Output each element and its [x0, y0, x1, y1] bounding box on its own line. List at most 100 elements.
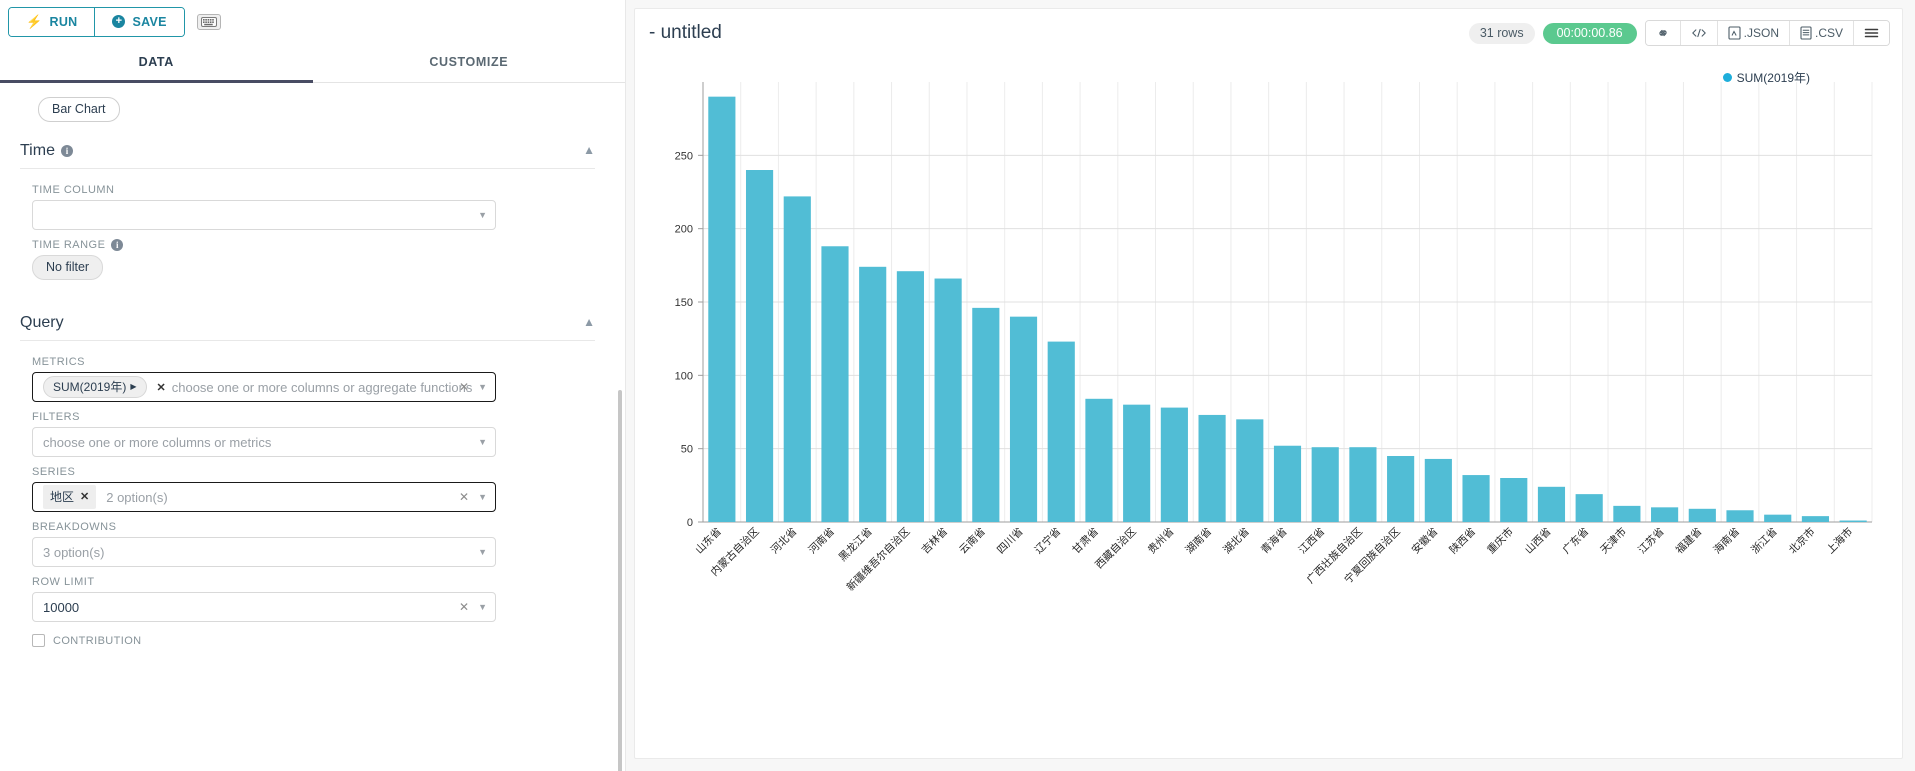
tab-customize[interactable]: CUSTOMIZE [313, 43, 626, 82]
copy-link-button[interactable] [1645, 21, 1680, 45]
metric-tag-label: SUM(2019年) [53, 380, 127, 394]
save-button-label: SAVE [132, 14, 167, 29]
chevron-down-icon[interactable]: ▼ [478, 210, 487, 220]
superset-explore-app: ⚡ RUN + SAVE DATA CUSTOMIZE Bar Chart Ti… [0, 0, 1915, 771]
more-menu-button[interactable] [1853, 21, 1889, 45]
info-icon[interactable]: i [60, 145, 73, 157]
chevron-down-icon[interactable]: ▼ [478, 492, 487, 502]
series-field: SERIES 地区 ✕ 2 option(s) ✕ ▼ [20, 457, 595, 512]
bar[interactable] [1462, 475, 1490, 522]
breakdowns-placeholder: 3 option(s) [43, 544, 105, 560]
run-button[interactable]: ⚡ RUN [9, 7, 95, 36]
bolt-icon: ⚡ [26, 14, 43, 29]
bar[interactable] [1198, 414, 1226, 522]
chevron-up-icon[interactable]: ▲ [583, 143, 595, 157]
row-limit-input[interactable]: 10000 ✕ ▼ [32, 592, 496, 622]
chart-legend[interactable]: SUM(2019年) [1722, 69, 1810, 86]
chart-header-actions: 31 rows 00:00:00.86 .JSON .CSV [1468, 20, 1890, 46]
query-section-header[interactable]: Query ▲ [20, 302, 595, 341]
x-axis-category-label: 安徽省 [1409, 525, 1440, 556]
bar[interactable] [1500, 478, 1528, 522]
bar[interactable] [896, 271, 924, 522]
scrollbar-thumb[interactable] [618, 390, 622, 771]
bar[interactable] [1651, 507, 1679, 522]
clear-row-limit-icon[interactable]: ✕ [459, 600, 469, 614]
info-icon[interactable]: i [111, 239, 124, 251]
remove-metric-icon[interactable]: ✕ [157, 381, 166, 394]
time-range-value-button[interactable]: No filter [32, 255, 104, 280]
bar[interactable] [1273, 445, 1302, 522]
remove-series-icon[interactable]: ✕ [80, 490, 89, 503]
bar[interactable] [1349, 447, 1377, 522]
contribution-checkbox[interactable] [32, 634, 45, 647]
breakdowns-input[interactable]: 3 option(s) ▼ [32, 537, 496, 567]
bar[interactable] [1387, 456, 1415, 522]
filters-input[interactable]: choose one or more columns or metrics ▼ [32, 427, 496, 457]
embed-code-button[interactable] [1679, 21, 1717, 45]
x-axis-category-label: 西藏自治区 [1092, 525, 1138, 571]
bar[interactable] [1613, 505, 1641, 522]
bar[interactable] [1085, 398, 1113, 522]
export-csv-button[interactable]: .CSV [1788, 21, 1853, 45]
bar[interactable] [859, 266, 887, 522]
bar[interactable] [1009, 316, 1038, 522]
x-axis-category-label: 贵州省 [1145, 525, 1176, 556]
export-json-button[interactable]: .JSON [1716, 21, 1789, 45]
action-bar: ⚡ RUN + SAVE [0, 0, 625, 43]
bar[interactable] [1764, 514, 1792, 522]
chevron-up-icon[interactable]: ▲ [583, 315, 595, 329]
bar[interactable] [1311, 447, 1339, 522]
chevron-down-icon[interactable]: ▼ [478, 547, 487, 557]
bar[interactable] [934, 278, 962, 522]
bar[interactable] [1424, 458, 1452, 522]
bar[interactable] [1726, 510, 1754, 522]
save-button[interactable]: + SAVE [94, 7, 184, 36]
bar[interactable] [1160, 407, 1188, 522]
metrics-input[interactable]: SUM(2019年) ▶ ✕ choose one or more column… [32, 372, 496, 402]
metric-tag[interactable]: SUM(2019年) ▶ [43, 376, 147, 398]
series-tag[interactable]: 地区 ✕ [43, 485, 97, 509]
x-axis-category-label: 河北省 [768, 525, 799, 556]
panel-tabs: DATA CUSTOMIZE [0, 43, 625, 83]
query-section-title: Query [20, 314, 64, 331]
chevron-down-icon[interactable]: ▼ [478, 602, 487, 612]
bar[interactable] [972, 307, 1000, 522]
chart-title[interactable]: - untitled [649, 22, 722, 44]
control-panel-scrollbar[interactable] [618, 175, 624, 771]
keyboard-icon [200, 16, 217, 27]
chart-body: SUM(2019年) 0 50 100 150 200 250 山东省 内蒙古自治区 河北省 河南… [635, 57, 1902, 758]
tab-data-label: DATA [138, 55, 174, 69]
bar-chart-svg[interactable]: 050100150200250山东省内蒙古自治区 河北省 河南省 黑龙江省新疆维吾尔自… [635, 57, 1890, 747]
time-column-input[interactable]: ▼ [32, 200, 496, 230]
bar[interactable] [1047, 341, 1075, 522]
viz-type-button[interactable]: Bar Chart [38, 97, 120, 122]
bar[interactable] [708, 96, 736, 522]
series-input[interactable]: 地区 ✕ 2 option(s) ✕ ▼ [32, 482, 496, 512]
clear-metrics-icon[interactable]: ✕ [459, 380, 469, 394]
row-limit-label: ROW LIMIT [32, 576, 95, 588]
bar[interactable] [1123, 404, 1151, 522]
bar[interactable] [1801, 516, 1830, 522]
chevron-down-icon[interactable]: ▼ [478, 437, 487, 447]
tab-data[interactable]: DATA [0, 43, 313, 83]
clear-series-icon[interactable]: ✕ [459, 490, 469, 504]
x-axis-category-label: 湖南省 [1183, 525, 1214, 556]
filters-label: FILTERS [32, 411, 80, 423]
bar[interactable] [1537, 486, 1566, 522]
bar[interactable] [783, 196, 811, 522]
bar[interactable] [745, 170, 774, 522]
chevron-down-icon[interactable]: ▼ [478, 382, 487, 392]
x-axis-category-label: 天津市 [1598, 525, 1629, 556]
breakdowns-label: BREAKDOWNS [32, 521, 117, 533]
bar[interactable] [1575, 494, 1603, 522]
bar[interactable] [1839, 520, 1867, 522]
time-section-header[interactable]: Time i ▲ [20, 130, 595, 169]
x-axis-category-label: 山东省 [693, 525, 724, 556]
tab-customize-label: CUSTOMIZE [429, 55, 509, 69]
bar[interactable] [821, 246, 849, 522]
keyboard-shortcuts-button[interactable] [196, 13, 221, 30]
bar[interactable] [1236, 419, 1264, 522]
bar[interactable] [1688, 508, 1716, 522]
y-axis-tick-label: 50 [681, 444, 693, 456]
chart-area: - untitled 31 rows 00:00:00.86 .JSON .CS… [626, 0, 1915, 771]
